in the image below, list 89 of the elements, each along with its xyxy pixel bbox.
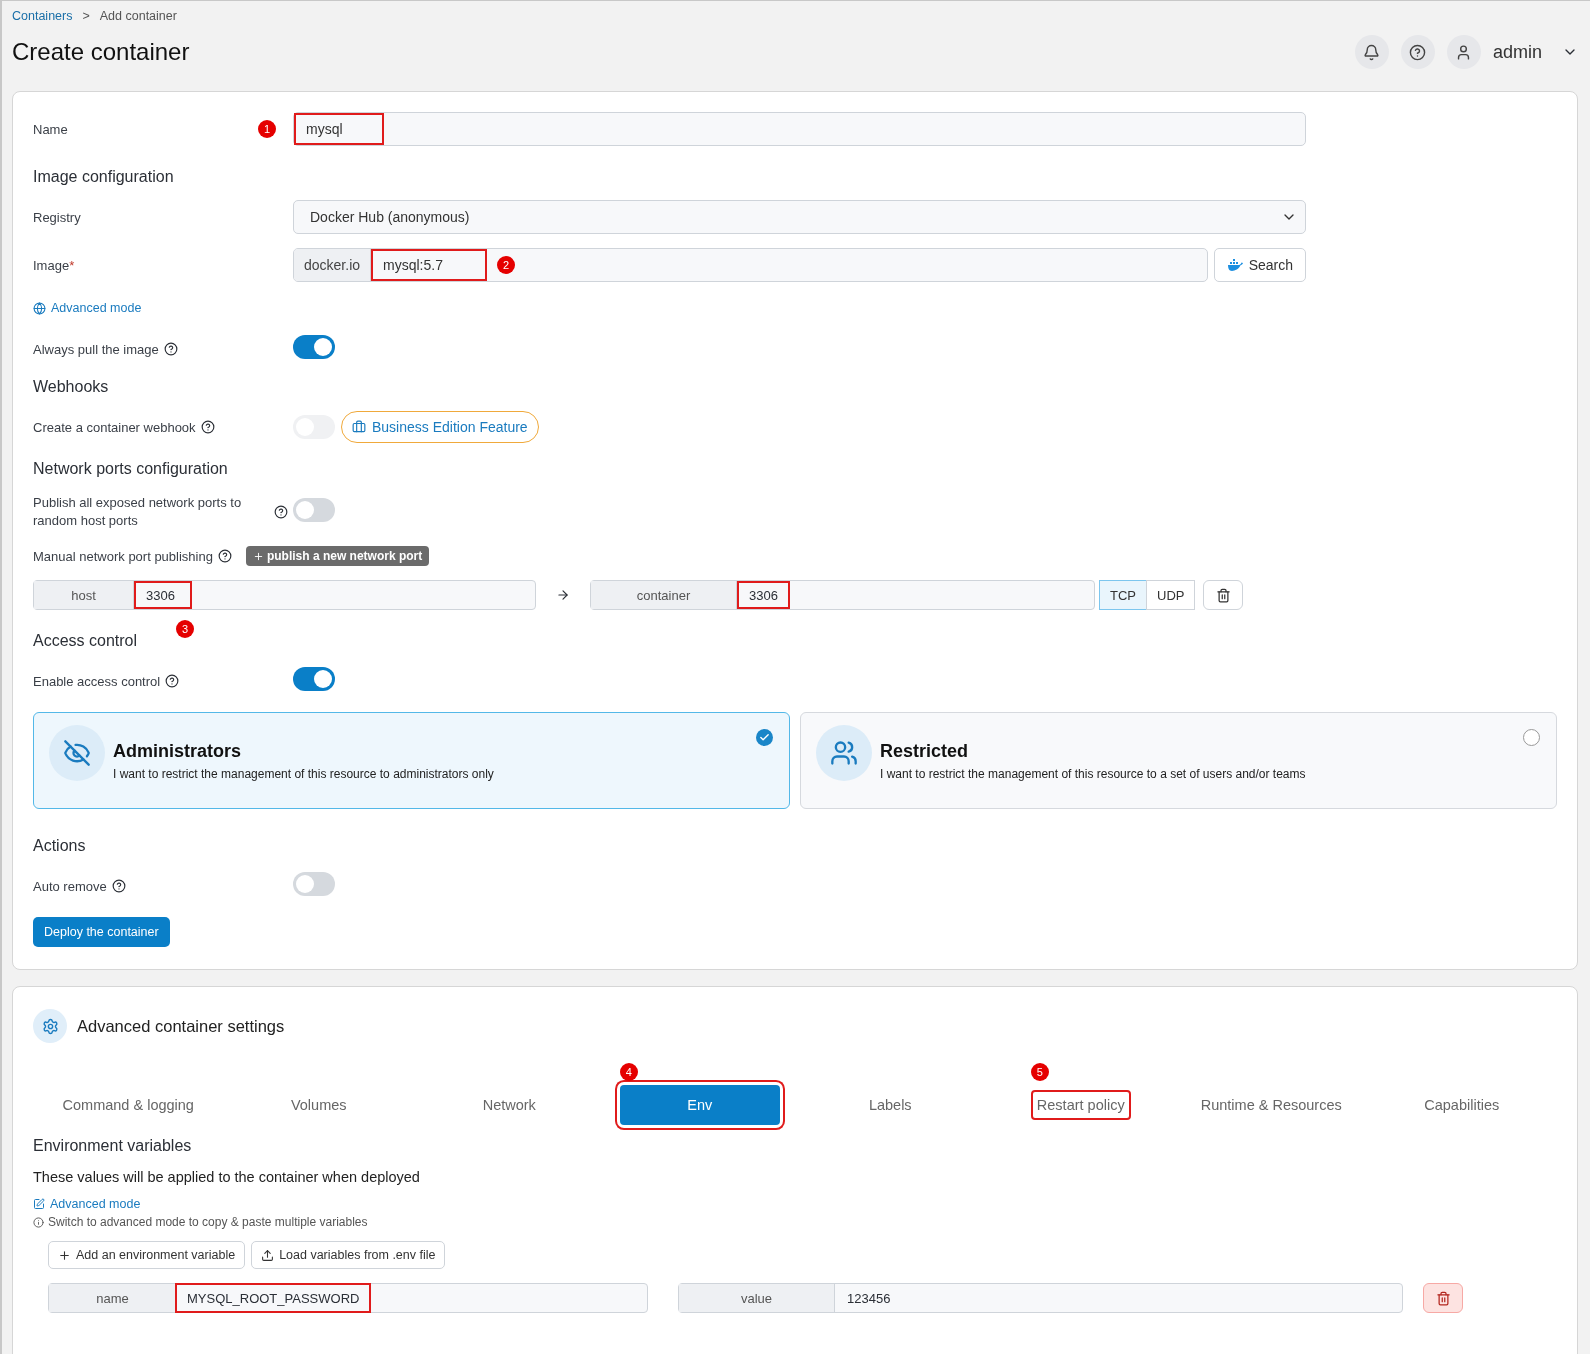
tab[interactable]: Network bbox=[476, 1090, 542, 1120]
pen-icon bbox=[33, 1198, 45, 1210]
briefcase-icon bbox=[352, 420, 366, 434]
field-label: Registry bbox=[33, 209, 81, 225]
option-title: Administrators bbox=[113, 741, 243, 762]
section-heading: Environment variables bbox=[33, 1137, 193, 1155]
plus-icon bbox=[58, 1248, 71, 1262]
access-option-card[interactable]: Administrators I want to restrict the management of this resource to administrators only bbox=[33, 712, 790, 809]
globe-icon bbox=[33, 301, 46, 315]
section-heading: Network ports configuration bbox=[33, 460, 229, 478]
radio-button[interactable] bbox=[756, 729, 773, 746]
user-avatar[interactable] bbox=[1446, 35, 1481, 69]
toggle-switch[interactable] bbox=[293, 667, 335, 691]
host-port-input[interactable]: host 3306 bbox=[33, 580, 536, 610]
protocol-toggle[interactable]: UDP bbox=[1146, 580, 1196, 610]
advanced-mode-link[interactable]: Advanced mode bbox=[33, 1197, 1557, 1211]
help-icon bbox=[217, 549, 232, 563]
help-icon bbox=[274, 505, 288, 519]
registry-select[interactable]: Docker Hub (anonymous) bbox=[293, 200, 1306, 234]
notifications-button[interactable] bbox=[1354, 35, 1389, 69]
section-heading: Access control bbox=[33, 632, 139, 650]
container-port-input[interactable]: container 3306 bbox=[590, 580, 1095, 610]
section-heading: Image configuration bbox=[33, 168, 175, 186]
toggle-switch[interactable] bbox=[293, 498, 335, 522]
section-heading: Webhooks bbox=[33, 378, 110, 396]
delete-button[interactable] bbox=[1423, 1283, 1463, 1313]
breadcrumb-separator: > bbox=[82, 9, 90, 23]
search-button[interactable]: Search bbox=[1213, 248, 1306, 282]
help-icon bbox=[163, 342, 178, 356]
advanced-mode-link[interactable]: Advanced mode bbox=[33, 301, 293, 315]
tab[interactable]: Volumes bbox=[284, 1090, 353, 1120]
breadcrumb-current: Add container bbox=[99, 9, 177, 23]
help-button[interactable] bbox=[1400, 35, 1435, 69]
field-label: Publish all exposed network ports to random host ports bbox=[33, 494, 243, 530]
whale-icon bbox=[1226, 259, 1243, 271]
name-input[interactable]: mysql bbox=[293, 112, 1306, 146]
card-title: Advanced container settings bbox=[77, 1016, 285, 1036]
user-name[interactable]: admin bbox=[1492, 41, 1542, 63]
field-label: Create a container webhook bbox=[33, 419, 196, 435]
option-description: I want to restrict the management of this resource to a set of users and/or teams bbox=[880, 767, 1306, 781]
tab[interactable]: Runtime & Resources bbox=[1194, 1090, 1348, 1120]
help-icon bbox=[165, 674, 180, 688]
radio-button[interactable] bbox=[1523, 729, 1540, 746]
users-icon bbox=[816, 725, 872, 781]
annotation-marker: 3 bbox=[176, 620, 194, 638]
access-option-card[interactable]: Restricted I want to restrict the management of this resource to a set of users and/or teams bbox=[800, 712, 1557, 809]
field-label: Image* bbox=[33, 257, 75, 273]
load-env-button[interactable]: Load variables from .env file bbox=[251, 1241, 446, 1269]
field-label: Manual network port publishing bbox=[33, 548, 213, 564]
toggle-switch[interactable] bbox=[293, 335, 335, 359]
tab[interactable]: Capabilities bbox=[1418, 1090, 1506, 1120]
check-icon bbox=[759, 732, 770, 743]
help-icon bbox=[200, 420, 215, 434]
bell-icon bbox=[1363, 43, 1381, 61]
section-heading: Actions bbox=[33, 837, 87, 855]
protocol-toggle[interactable]: TCP bbox=[1099, 580, 1147, 610]
variable-name-input[interactable]: name MYSQL_ROOT_PASSWORD bbox=[48, 1283, 648, 1313]
tab[interactable]: Command & logging bbox=[56, 1090, 200, 1120]
tab[interactable]: Restart policy bbox=[1030, 1090, 1131, 1120]
arrow-right-icon bbox=[556, 588, 570, 602]
option-description: I want to restrict the management of this resource to administrators only bbox=[113, 767, 494, 781]
help-icon bbox=[111, 879, 126, 893]
delete-button[interactable] bbox=[1203, 580, 1244, 610]
variable-value-input[interactable]: value 123456 bbox=[678, 1283, 1403, 1313]
trash-icon bbox=[1435, 1290, 1451, 1306]
field-label: Auto remove bbox=[33, 878, 107, 894]
toggle-switch[interactable] bbox=[293, 872, 335, 896]
publish-port-button[interactable]: publish a new network port bbox=[245, 546, 430, 566]
annotation-marker: 1 bbox=[258, 120, 276, 138]
field-label: Always pull the image bbox=[33, 341, 159, 357]
add-variable-button[interactable]: Add an environment variable bbox=[48, 1241, 246, 1269]
info-icon bbox=[33, 1216, 44, 1228]
plus-icon bbox=[252, 550, 264, 562]
field-label: Enable access control bbox=[33, 673, 161, 689]
trash-icon bbox=[1215, 587, 1231, 603]
eye-off-icon bbox=[49, 725, 105, 781]
breadcrumb-link[interactable]: Containers bbox=[12, 9, 73, 23]
settings-icon bbox=[33, 1009, 67, 1043]
annotation-marker: 4 bbox=[619, 1063, 638, 1081]
description-text: These values will be applied to the container when deployed bbox=[33, 1169, 421, 1185]
tab[interactable]: Labels bbox=[862, 1090, 918, 1120]
deploy-button[interactable]: Deploy the container bbox=[33, 917, 170, 947]
help-icon bbox=[1409, 43, 1427, 61]
hint-text: Switch to advanced mode to copy & paste multiple variables bbox=[33, 1215, 1557, 1229]
annotation-marker: 5 bbox=[1030, 1063, 1049, 1081]
page-title: Create container bbox=[12, 38, 190, 66]
field-label: Name bbox=[33, 121, 68, 137]
option-title: Restricted bbox=[880, 741, 970, 762]
upload-icon bbox=[261, 1248, 275, 1262]
